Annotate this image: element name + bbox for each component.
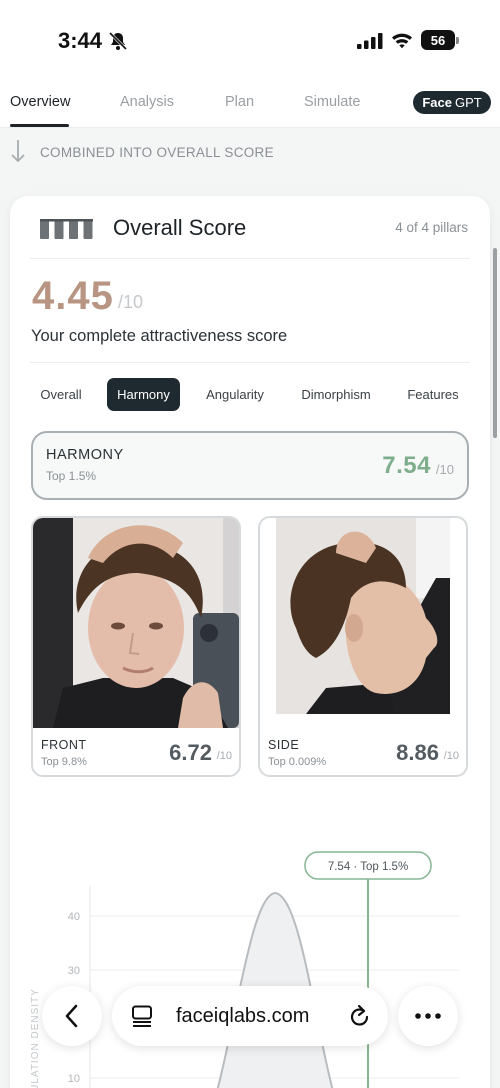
y-tick-label: 40 (68, 911, 80, 923)
pill-features[interactable]: Features (399, 378, 467, 411)
tab-overview-icon[interactable] (130, 1005, 154, 1027)
overall-score-value: 4.45 (32, 274, 114, 318)
y-axis-label: POPULATION DENSITY (30, 988, 41, 1088)
face-gpt-button[interactable]: Face GPT (413, 91, 491, 114)
tab-overview[interactable]: Overview (10, 94, 70, 110)
divider (30, 362, 470, 363)
combined-label: COMBINED INTO OVERALL SCORE (40, 144, 274, 160)
population-distribution-chart: 40 30 10 POPULATION DENSITY 7.54 · Top 1… (30, 851, 460, 1088)
harmony-max: /10 (435, 462, 454, 477)
marker-label: 7.54 · Top 1.5% (328, 861, 408, 873)
side-max: /10 (443, 750, 459, 762)
overall-score-max: /10 (118, 292, 144, 312)
combined-row: COMBINED INTO OVERALL SCORE (8, 140, 274, 164)
ellipsis-icon (415, 1013, 441, 1019)
status-bar: 3:44 56 (0, 0, 500, 78)
pill-overall[interactable]: Overall (29, 378, 93, 411)
tab-plan[interactable]: Plan (225, 94, 254, 110)
overall-score-description: Your complete attractiveness score (31, 327, 288, 345)
front-score: 6.72 (169, 740, 212, 765)
side-label: SIDE (268, 738, 300, 752)
reload-icon[interactable] (348, 1003, 372, 1029)
url-text: faceiqlabs.com (176, 1005, 310, 1027)
tab-analysis[interactable]: Analysis (120, 94, 174, 110)
front-label: FRONT (41, 738, 87, 752)
y-tick-label: 30 (68, 965, 80, 977)
pill-harmony[interactable]: Harmony (107, 378, 180, 411)
harmony-summary: HARMONY Top 1.5% 7.54 /10 (31, 431, 469, 500)
front-photo-card[interactable]: FRONT Top 9.8% 6.72 /10 (31, 516, 241, 777)
face-gpt-rest: GPT (454, 95, 482, 110)
scrollbar[interactable] (493, 248, 497, 438)
side-score: 8.86 (396, 740, 439, 765)
pill-angularity[interactable]: Angularity (197, 378, 273, 411)
divider (30, 258, 470, 259)
side-photo-card[interactable]: SIDE Top 0.009% 8.86 /10 (258, 516, 468, 777)
back-button[interactable] (42, 986, 102, 1046)
front-max: /10 (216, 750, 232, 762)
side-percentile: Top 0.009% (268, 756, 327, 768)
status-time: 3:44 (58, 28, 103, 53)
face-gpt-bold: Face (422, 95, 452, 110)
y-tick-label: 10 (68, 1073, 80, 1085)
active-tab-indicator (10, 124, 69, 127)
bell-slash-icon (108, 31, 128, 51)
pill-dimorphism[interactable]: Dimorphism (293, 378, 379, 411)
battery-indicator: 56 (421, 30, 459, 50)
harmony-label: HARMONY (46, 447, 124, 463)
front-percentile: Top 9.8% (41, 756, 87, 768)
top-tab-bar: Overview Analysis Plan Simulate Face GPT (0, 78, 500, 128)
side-face-photo (276, 518, 450, 714)
wifi-icon (392, 33, 412, 49)
pillars-icon (40, 219, 93, 239)
cellular-signal-icon (357, 33, 383, 49)
chevron-left-icon (65, 1004, 78, 1028)
overall-score-card: Overall Score 4 of 4 pillars 4.45 /10 Yo… (10, 196, 490, 1088)
harmony-percentile: Top 1.5% (46, 469, 97, 483)
tab-simulate[interactable]: Simulate (304, 94, 360, 110)
pillars-count: 4 of 4 pillars (395, 220, 468, 235)
address-bar[interactable]: faceiqlabs.com (112, 986, 388, 1046)
more-options-button[interactable] (398, 986, 458, 1046)
front-face-photo (33, 518, 239, 728)
harmony-score: 7.54 (382, 452, 431, 479)
battery-level: 56 (430, 32, 446, 48)
arrow-down-icon (11, 140, 25, 163)
card-title: Overall Score (113, 215, 247, 240)
